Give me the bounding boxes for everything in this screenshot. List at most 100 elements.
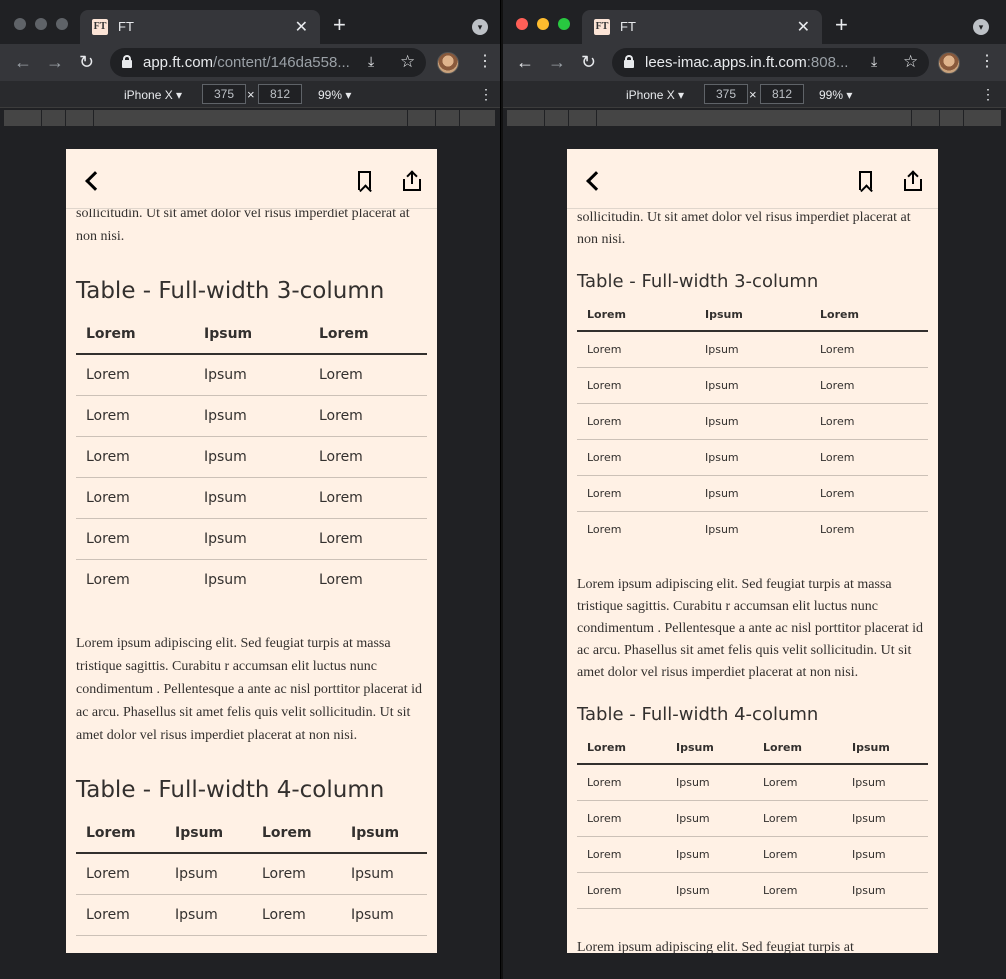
table-cell: Lorem: [577, 800, 666, 837]
lock-icon[interactable]: [122, 55, 132, 68]
media-query-ruler[interactable]: [4, 110, 496, 126]
back-arrow-icon[interactable]: [583, 169, 603, 193]
table-header-row: Lorem Ipsum Lorem Ipsum: [577, 731, 928, 765]
ruler-segment[interactable]: [912, 110, 940, 126]
browser-menu-icon[interactable]: ⋮: [477, 53, 493, 71]
device-select[interactable]: iPhone X ▾: [626, 88, 684, 102]
bookmark-star-icon[interactable]: ☆: [903, 52, 918, 72]
table-header-cell: Lorem: [577, 731, 666, 765]
share-icon[interactable]: [403, 170, 421, 191]
ruler-segment[interactable]: [597, 110, 912, 126]
table-4col: Lorem Ipsum Lorem Ipsum Lorem Ipsum Lorem I…: [577, 731, 928, 909]
browser-tab[interactable]: FT FT ✕: [80, 10, 320, 44]
table-cell: Ipsum: [842, 836, 928, 873]
address-bar[interactable]: app.ft.com/content/146da558... ⤓ ☆: [110, 48, 426, 77]
ruler-segment[interactable]: [41, 110, 66, 126]
table-cell: Lorem: [820, 522, 855, 536]
url-host: app.ft.com: [143, 54, 214, 71]
window-controls: [14, 18, 68, 30]
ruler-segment[interactable]: [507, 110, 545, 126]
back-arrow-icon[interactable]: [82, 169, 102, 193]
share-icon[interactable]: [904, 170, 922, 191]
minimize-window-button[interactable]: [537, 18, 549, 30]
close-tab-icon[interactable]: ✕: [797, 17, 810, 37]
ruler-segment[interactable]: [65, 110, 94, 126]
browser-toolbar: ← → ↻ app.ft.com/content/146da558... ⤓ ☆…: [0, 44, 500, 81]
tab-search-icon[interactable]: ▾: [472, 19, 488, 35]
table-cell: Lorem: [252, 853, 341, 895]
table-header-row: Lorem Ipsum Lorem Ipsum: [76, 813, 427, 854]
table-cell: Ipsum: [165, 894, 252, 936]
url-text[interactable]: lees-imac.apps.in.ft.com:808...: [645, 54, 848, 71]
table-row: Lorem Ipsum Lorem: [577, 475, 928, 512]
table-3col-heading: Table - Full-width 3-column: [76, 278, 385, 304]
table-cell: Lorem: [810, 367, 928, 404]
table-cell: Lorem: [810, 403, 928, 440]
url-text[interactable]: app.ft.com/content/146da558...: [143, 54, 350, 71]
reload-button[interactable]: ↻: [581, 52, 596, 72]
table-cell: Ipsum: [666, 836, 753, 873]
article-body: sollicitudin. Ut sit amet dolor vel risu…: [76, 202, 427, 936]
profile-avatar[interactable]: [437, 52, 459, 74]
table-cell: Ipsum: [165, 853, 252, 895]
height-input[interactable]: 812: [258, 84, 302, 104]
close-window-button[interactable]: [14, 18, 26, 30]
table-3col-heading: Table - Full-width 3-column: [577, 271, 819, 292]
ruler-segment[interactable]: [93, 110, 409, 126]
ruler-segment[interactable]: [545, 110, 569, 126]
install-app-icon[interactable]: ⤓: [368, 53, 374, 70]
bookmark-star-icon[interactable]: ☆: [400, 52, 415, 72]
devtools-more-icon[interactable]: ⋮: [981, 86, 995, 103]
ruler-segment[interactable]: [408, 110, 437, 126]
zoom-window-button[interactable]: [558, 18, 570, 30]
bookmark-icon[interactable]: [358, 171, 371, 190]
minimize-window-button[interactable]: [35, 18, 47, 30]
back-button[interactable]: ←: [516, 52, 534, 72]
zoom-select[interactable]: 99% ▾: [819, 88, 852, 102]
ruler-segment[interactable]: [436, 110, 461, 126]
table-3col: Lorem Ipsum Lorem Lorem Ipsum Lorem Lorem I…: [76, 314, 427, 600]
forward-button[interactable]: →: [46, 52, 64, 72]
ruler-segment[interactable]: [460, 110, 496, 126]
table-header-cell: Lorem: [76, 314, 194, 355]
profile-avatar[interactable]: [938, 52, 960, 74]
tab-search-icon[interactable]: ▾: [973, 19, 989, 35]
forward-button[interactable]: →: [548, 52, 566, 72]
ruler-segment[interactable]: [940, 110, 964, 126]
close-window-button[interactable]: [516, 18, 528, 30]
table-cell: Ipsum: [341, 894, 427, 936]
bookmark-icon[interactable]: [859, 171, 872, 190]
table-header-row: Lorem Ipsum Lorem: [577, 298, 928, 332]
table-cell: Ipsum: [695, 331, 810, 368]
close-tab-icon[interactable]: ✕: [295, 17, 308, 37]
device-toolbar: iPhone X ▾ 375 × 812 99% ▾ ⋮: [0, 81, 500, 108]
ruler-segment[interactable]: [4, 110, 42, 126]
lock-icon[interactable]: [624, 55, 634, 68]
new-tab-button[interactable]: +: [835, 14, 848, 36]
table-cell: Lorem: [76, 436, 194, 478]
table-row: Lorem Ipsum Lorem: [577, 331, 928, 368]
table-cell: Lorem: [76, 853, 165, 895]
address-bar[interactable]: lees-imac.apps.in.ft.com:808... ⤓ ☆: [612, 48, 929, 77]
reload-button[interactable]: ↻: [79, 52, 94, 72]
width-input[interactable]: 375: [704, 84, 748, 104]
device-select[interactable]: iPhone X ▾: [124, 88, 182, 102]
new-tab-button[interactable]: +: [333, 14, 346, 36]
ruler-segment[interactable]: [964, 110, 1002, 126]
ruler-segment[interactable]: [569, 110, 597, 126]
table-cell: Lorem: [577, 475, 695, 512]
browser-tab[interactable]: FT FT ✕: [582, 10, 822, 44]
table-cell: Lorem: [577, 764, 666, 801]
back-button[interactable]: ←: [14, 52, 32, 72]
media-query-ruler[interactable]: [507, 110, 1002, 126]
browser-menu-icon[interactable]: ⋮: [979, 53, 995, 71]
devtools-more-icon[interactable]: ⋮: [479, 86, 493, 103]
table-row: Lorem Ipsum Lorem Ipsum: [577, 872, 928, 909]
install-app-icon[interactable]: ⤓: [871, 53, 877, 70]
height-input[interactable]: 812: [760, 84, 804, 104]
zoom-window-button[interactable]: [56, 18, 68, 30]
table-row: Lorem Ipsum Lorem: [577, 511, 928, 547]
table-cell: Lorem: [86, 571, 130, 588]
width-input[interactable]: 375: [202, 84, 246, 104]
zoom-select[interactable]: 99% ▾: [318, 88, 351, 102]
